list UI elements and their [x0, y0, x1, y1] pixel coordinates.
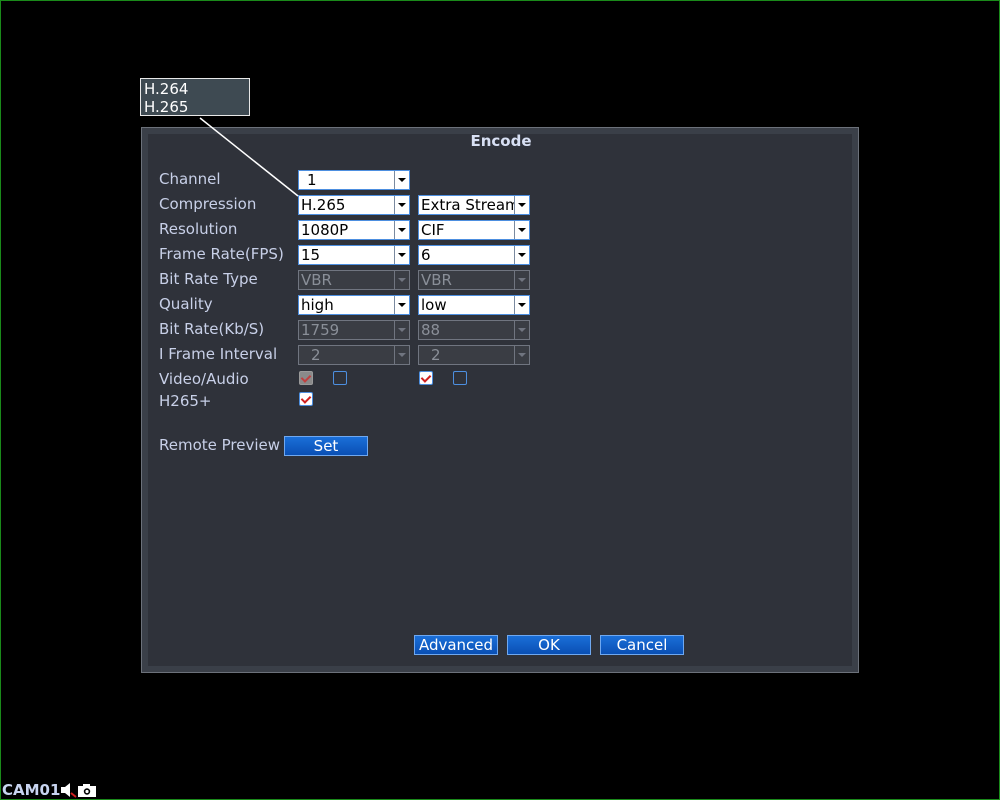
- dropdown-option-h264[interactable]: H.264: [144, 80, 246, 98]
- compression-dropdown-list: H.264 H.265: [140, 78, 250, 116]
- camera-name: CAM01: [2, 781, 61, 799]
- status-icons: [61, 783, 96, 798]
- speaker-muted-icon: [61, 783, 77, 798]
- camera-icon: [78, 784, 96, 797]
- popup-leader-line: [199, 117, 299, 197]
- dropdown-option-h265[interactable]: H.265: [144, 98, 246, 116]
